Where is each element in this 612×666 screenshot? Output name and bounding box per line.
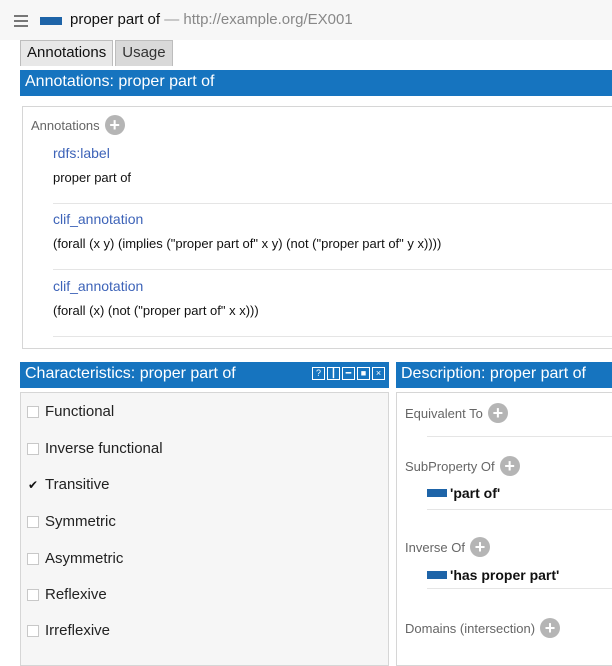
reflexive-checkbox[interactable] <box>27 588 39 601</box>
section-divider <box>427 588 612 589</box>
annotation-divider <box>53 269 612 270</box>
inverse-functional-checkbox[interactable] <box>27 442 39 455</box>
irreflexive-checkbox[interactable] <box>27 624 39 637</box>
entry-label: 'has proper part' <box>450 567 560 583</box>
equivalent-to-section: Equivalent To + <box>405 403 508 423</box>
tab-annotations[interactable]: Annotations <box>20 40 114 66</box>
transitive-checkbox[interactable]: ✔ <box>27 479 39 491</box>
object-property-icon <box>427 571 447 579</box>
title-separator: — <box>164 11 180 28</box>
menu-icon[interactable] <box>14 15 28 27</box>
characteristic-label: Asymmetric <box>45 550 124 567</box>
characteristics-panel: Functional Inverse functional ✔ Transiti… <box>20 392 389 666</box>
entity-title-bar: proper part of — http://example.org/EX00… <box>0 0 612 40</box>
annotations-panel-title: Annotations: proper part of <box>25 73 215 90</box>
inverse-of-section: Inverse Of + <box>405 537 490 557</box>
characteristic-symmetric[interactable]: Symmetric <box>27 513 116 530</box>
section-label: SubProperty Of <box>405 458 495 474</box>
characteristics-panel-header: Characteristics: proper part of ? ┃ ━ ■ … <box>20 362 389 388</box>
asymmetric-checkbox[interactable] <box>27 552 39 565</box>
split-vertical-icon[interactable]: ┃ <box>327 367 340 380</box>
characteristic-functional[interactable]: Functional <box>27 403 114 420</box>
float-icon[interactable]: ■ <box>357 367 370 380</box>
section-label: Domains (intersection) <box>405 620 536 636</box>
annotation-value: proper part of <box>53 170 132 185</box>
add-equivalent-icon[interactable]: + <box>487 403 508 423</box>
section-label: Equivalent To <box>405 405 483 421</box>
annotations-panel-header: Annotations: proper part of <box>20 70 612 96</box>
annotation-divider <box>53 336 612 337</box>
add-domain-icon[interactable]: + <box>540 618 561 638</box>
characteristic-label: Inverse functional <box>45 440 163 457</box>
annotation-property[interactable]: clif_annotation <box>53 211 612 227</box>
entry-label: 'part of' <box>450 485 501 501</box>
help-icon[interactable]: ? <box>312 367 325 380</box>
close-icon[interactable]: × <box>372 367 385 380</box>
characteristic-transitive[interactable]: ✔ Transitive <box>27 476 109 493</box>
tab-usage[interactable]: Usage <box>115 40 173 66</box>
characteristic-asymmetric[interactable]: Asymmetric <box>27 550 123 567</box>
characteristic-label: Irreflexive <box>45 622 111 639</box>
subproperty-entry[interactable]: 'part of' <box>427 485 500 501</box>
description-panel-header: Description: proper part of <box>396 362 612 388</box>
characteristic-label: Transitive <box>45 476 110 493</box>
inverse-entry[interactable]: 'has proper part' <box>427 567 559 583</box>
characteristic-label: Functional <box>45 403 115 420</box>
object-property-icon <box>40 17 62 25</box>
section-divider <box>427 436 612 437</box>
annotation-item[interactable]: clif_annotation (forall (x) (not ("prope… <box>53 278 612 318</box>
property-iri: http://example.org/EX001 <box>183 11 353 28</box>
annotation-item[interactable]: rdfs:label proper part of <box>53 145 612 185</box>
split-horizontal-icon[interactable]: ━ <box>342 367 355 380</box>
functional-checkbox[interactable] <box>27 405 39 418</box>
add-inverse-icon[interactable]: + <box>469 537 490 557</box>
characteristic-label: Symmetric <box>45 513 116 530</box>
domains-section: Domains (intersection) + <box>405 618 561 638</box>
characteristic-irreflexive[interactable]: Irreflexive <box>27 622 110 639</box>
entity-title: proper part of — http://example.org/EX00… <box>70 11 353 28</box>
symmetric-checkbox[interactable] <box>27 515 39 528</box>
add-annotation-icon[interactable]: + <box>104 115 125 135</box>
description-panel: Equivalent To + SubProperty Of + 'part o… <box>396 392 612 666</box>
annotations-label-text: Annotations <box>31 117 100 133</box>
object-property-icon <box>427 489 447 497</box>
annotations-section-label: Annotations + <box>31 115 125 135</box>
characteristic-reflexive[interactable]: Reflexive <box>27 586 107 603</box>
subproperty-of-section: SubProperty Of + <box>405 456 520 476</box>
property-name: proper part of <box>70 11 161 28</box>
annotation-property[interactable]: rdfs:label <box>53 145 612 161</box>
annotation-value: (forall (x) (not ("proper part of" x x))… <box>53 303 259 318</box>
add-subproperty-icon[interactable]: + <box>499 456 520 476</box>
annotation-property[interactable]: clif_annotation <box>53 278 612 294</box>
annotation-divider <box>53 203 612 204</box>
annotations-panel: Annotations + rdfs:label proper part of … <box>22 106 612 349</box>
description-panel-title: Description: proper part of <box>401 365 586 382</box>
view-controls: ? ┃ ━ ■ × <box>310 367 385 380</box>
tab-bar: Annotations Usage <box>20 40 175 66</box>
characteristics-panel-title: Characteristics: proper part of <box>25 365 236 382</box>
section-divider <box>427 509 612 510</box>
characteristic-inverse-functional[interactable]: Inverse functional <box>27 440 163 457</box>
annotation-item[interactable]: clif_annotation (forall (x y) (implies (… <box>53 211 612 251</box>
characteristic-label: Reflexive <box>45 586 107 603</box>
annotation-value: (forall (x y) (implies ("proper part of"… <box>53 236 442 251</box>
section-label: Inverse Of <box>405 539 465 555</box>
